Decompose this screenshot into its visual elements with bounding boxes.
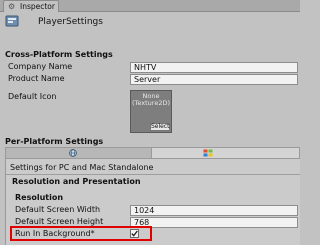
screen-height-field[interactable]: 768 [130, 217, 298, 228]
cross-platform-title: Cross-Platform Settings [5, 50, 113, 59]
settings-for-label: Settings for PC and Mac Standalone [10, 163, 154, 172]
default-icon-texture-slot[interactable]: None (Texture2D) Select [130, 90, 172, 133]
screen-width-label: Default Screen Width [15, 205, 101, 214]
section-separator [6, 174, 300, 175]
player-settings-icon [5, 15, 19, 27]
tab-inspector-label: Inspector [20, 2, 55, 11]
select-texture-button[interactable]: Select [150, 123, 170, 131]
platform-tabs [5, 147, 300, 159]
company-name-label: Company Name [8, 62, 73, 71]
page-title: PlayerSettings [38, 17, 103, 27]
default-icon-label: Default Icon [8, 92, 57, 101]
product-name-label: Product Name [8, 74, 65, 83]
tab-inspector[interactable]: ⚙ Inspector [3, 0, 59, 12]
resolution-subtitle: Resolution [15, 193, 64, 202]
texture-type-text: (Texture2D) [131, 99, 170, 107]
gear-icon: ⚙ [8, 2, 16, 11]
platform-tab-divider [151, 148, 152, 158]
platform-tab-standalone[interactable] [6, 148, 151, 158]
screen-width-field[interactable]: 1024 [130, 205, 298, 216]
run-in-background-highlight [10, 226, 152, 241]
resolution-presentation-title[interactable]: Resolution and Presentation [12, 177, 141, 187]
globe-icon[interactable] [69, 149, 77, 157]
windows-icon[interactable] [203, 149, 213, 157]
product-name-field[interactable]: Server [130, 74, 298, 85]
per-platform-title: Per-Platform Settings [5, 137, 104, 146]
company-name-field[interactable]: NHTV [130, 62, 298, 73]
